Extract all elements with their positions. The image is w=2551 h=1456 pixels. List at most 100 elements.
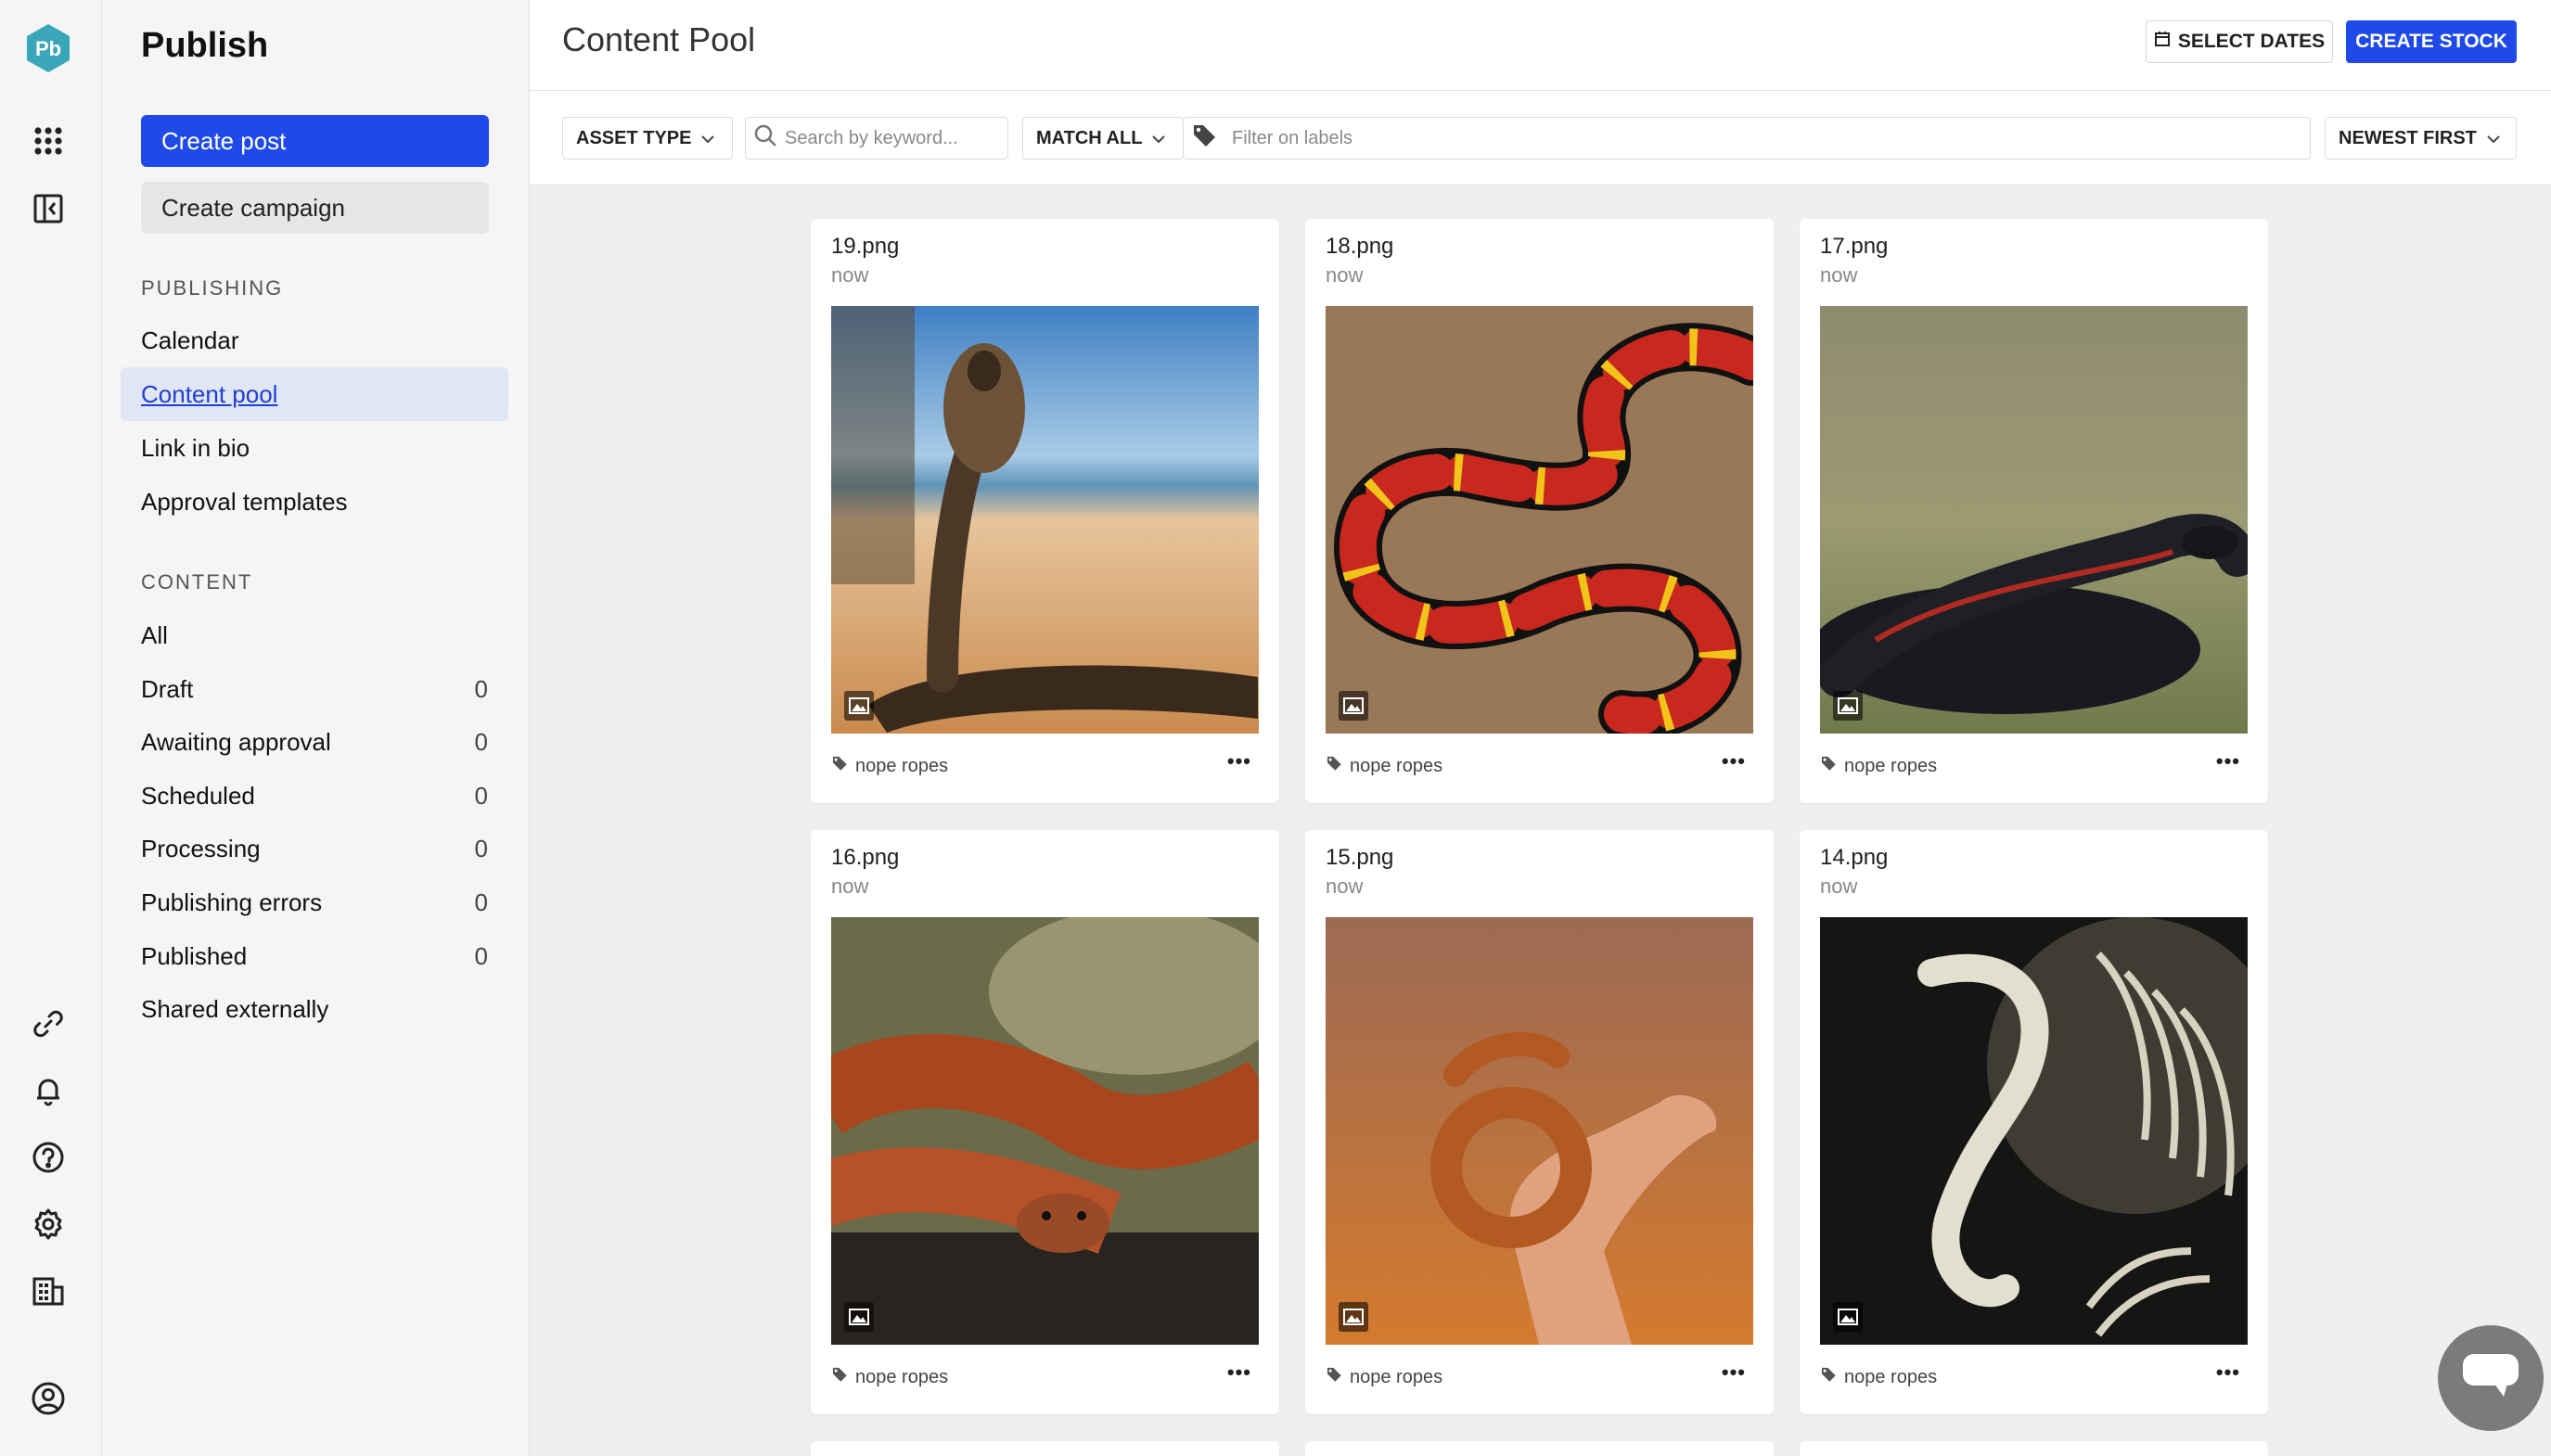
nav-all[interactable]: All xyxy=(121,608,508,662)
more-options-icon[interactable]: ••• xyxy=(1722,749,1746,773)
asset-time: now xyxy=(1326,263,1364,287)
tag-icon xyxy=(1191,122,1217,154)
asset-card[interactable]: 19.png now nope ropes ••• xyxy=(811,219,1279,803)
asset-label-text: nope ropes xyxy=(855,755,949,776)
asset-thumbnail[interactable] xyxy=(1820,306,2248,734)
chat-widget-button[interactable] xyxy=(2438,1325,2544,1431)
asset-card[interactable]: 16.png now nope ropes ••• xyxy=(811,830,1279,1414)
main-panel: Content Pool SELECT DATES CREATE STOCK A… xyxy=(530,0,2551,1456)
tag-icon xyxy=(1326,755,1342,777)
nav-publishing-errors[interactable]: Publishing errors 0 xyxy=(121,875,508,929)
asset-label[interactable]: nope ropes xyxy=(1326,755,1442,777)
asset-card[interactable]: 15.png now nope ropes ••• xyxy=(1305,830,1774,1414)
asset-time: now xyxy=(831,875,869,898)
nav-shared-externally[interactable]: Shared externally xyxy=(121,982,508,1036)
asset-filename: 16.png xyxy=(831,845,900,870)
create-post-button[interactable]: Create post xyxy=(141,115,489,167)
image-type-icon xyxy=(1339,1302,1368,1332)
nav-label: Publishing errors xyxy=(141,888,323,916)
asset-thumbnail[interactable] xyxy=(1326,917,1753,1345)
sort-dropdown[interactable]: NEWEST FIRST xyxy=(2325,117,2517,160)
tag-icon xyxy=(1820,1366,1837,1388)
help-icon[interactable] xyxy=(25,1134,71,1181)
gear-icon[interactable] xyxy=(25,1201,71,1247)
nav-draft[interactable]: Draft 0 xyxy=(121,662,508,716)
asset-time: now xyxy=(831,263,869,287)
asset-type-dropdown[interactable]: ASSET TYPE xyxy=(562,117,733,160)
nav-calendar[interactable]: Calendar xyxy=(121,313,508,367)
select-dates-label: SELECT DATES xyxy=(2177,31,2326,52)
nav-label: All xyxy=(141,621,168,649)
account-icon[interactable] xyxy=(25,1375,71,1422)
asset-filename: 19.png xyxy=(831,234,900,259)
nav-count: 0 xyxy=(474,942,488,970)
nav-count: 0 xyxy=(474,888,488,916)
image-type-icon xyxy=(844,1302,874,1332)
sort-label: NEWEST FIRST xyxy=(2339,127,2477,148)
logo-text: Pb xyxy=(35,37,61,60)
asset-label-text: nope ropes xyxy=(855,1366,949,1387)
nav-awaiting-approval[interactable]: Awaiting approval 0 xyxy=(121,715,508,769)
chevron-down-icon xyxy=(2486,128,2501,149)
more-options-icon[interactable]: ••• xyxy=(1722,1360,1746,1385)
label-filter-field[interactable]: Filter on labels xyxy=(1184,117,2311,160)
link-icon[interactable] xyxy=(25,1001,71,1047)
search-input[interactable]: Search by keyword... xyxy=(785,128,958,149)
app-logo[interactable]: Pb xyxy=(22,22,74,74)
collapse-sidebar-icon[interactable] xyxy=(25,185,71,232)
image-type-icon xyxy=(1833,691,1863,721)
content-section-header: CONTENT xyxy=(141,570,253,594)
asset-filename: 17.png xyxy=(1820,234,1889,259)
chat-bubble-icon xyxy=(2461,1352,2520,1405)
asset-card[interactable]: 14.png now nope ropes ••• xyxy=(1800,830,2268,1414)
asset-card[interactable] xyxy=(811,1441,1279,1456)
asset-card[interactable]: 17.png now nope ropes ••• xyxy=(1800,219,2268,803)
create-campaign-button[interactable]: Create campaign xyxy=(141,182,489,234)
nav-processing[interactable]: Processing 0 xyxy=(121,822,508,875)
nav-count: 0 xyxy=(474,728,488,756)
nav-label: Awaiting approval xyxy=(141,728,331,756)
more-options-icon[interactable]: ••• xyxy=(1227,749,1251,773)
asset-time: now xyxy=(1820,263,1858,287)
building-icon[interactable] xyxy=(25,1268,71,1314)
create-stock-button[interactable]: CREATE STOCK xyxy=(2346,20,2517,63)
nav-label: Published xyxy=(141,942,248,970)
select-dates-button[interactable]: SELECT DATES xyxy=(2146,20,2333,63)
nav-approval-templates[interactable]: Approval templates xyxy=(121,475,508,529)
nav-scheduled[interactable]: Scheduled 0 xyxy=(121,769,508,823)
nav-label: Processing xyxy=(141,835,261,862)
tag-icon xyxy=(1326,1366,1342,1388)
more-options-icon[interactable]: ••• xyxy=(2216,749,2240,773)
asset-card[interactable] xyxy=(1800,1441,2268,1456)
content-grid: 19.png now nope ropes ••• 18.png now nop… xyxy=(530,185,2551,1456)
asset-card[interactable] xyxy=(1305,1441,1774,1456)
asset-label[interactable]: nope ropes xyxy=(1820,755,1937,777)
asset-filename: 14.png xyxy=(1820,845,1889,870)
search-field[interactable]: Search by keyword... xyxy=(745,117,1008,160)
nav-published[interactable]: Published 0 xyxy=(121,929,508,983)
asset-label[interactable]: nope ropes xyxy=(1326,1366,1442,1388)
asset-filename: 15.png xyxy=(1326,845,1394,870)
asset-label[interactable]: nope ropes xyxy=(1820,1366,1937,1388)
asset-card[interactable]: 18.png now nope ropes ••• xyxy=(1305,219,1774,803)
asset-label[interactable]: nope ropes xyxy=(831,755,948,777)
bell-icon[interactable] xyxy=(25,1067,71,1114)
more-options-icon[interactable]: ••• xyxy=(2216,1360,2240,1385)
asset-filename: 18.png xyxy=(1326,234,1394,259)
nav-content-pool[interactable]: Content pool xyxy=(121,367,508,421)
label-filter-input[interactable]: Filter on labels xyxy=(1232,128,1352,149)
tag-icon xyxy=(1820,755,1837,777)
tag-icon xyxy=(831,755,848,777)
asset-label-text: nope ropes xyxy=(1350,755,1443,776)
match-all-dropdown[interactable]: MATCH ALL xyxy=(1022,117,1184,160)
asset-label[interactable]: nope ropes xyxy=(831,1366,948,1388)
more-options-icon[interactable]: ••• xyxy=(1227,1360,1251,1385)
asset-thumbnail[interactable] xyxy=(1326,306,1753,734)
asset-thumbnail[interactable] xyxy=(1820,917,2248,1345)
apps-grid-icon[interactable] xyxy=(25,118,71,164)
asset-thumbnail[interactable] xyxy=(831,917,1259,1345)
nav-link-in-bio[interactable]: Link in bio xyxy=(121,421,508,475)
asset-thumbnail[interactable] xyxy=(831,306,1259,734)
asset-label-text: nope ropes xyxy=(1844,1366,1938,1387)
asset-label-text: nope ropes xyxy=(1844,755,1938,776)
